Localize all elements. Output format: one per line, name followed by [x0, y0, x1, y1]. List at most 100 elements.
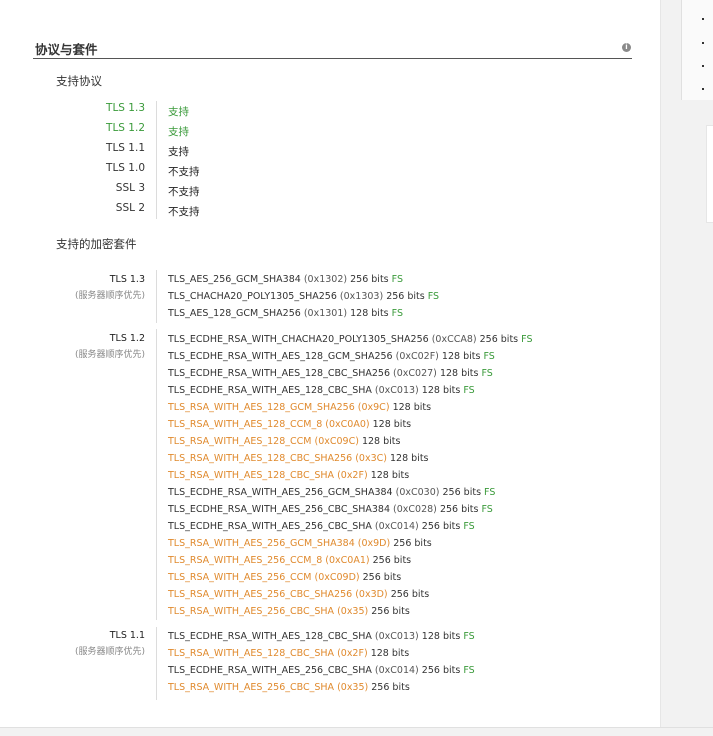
side-panel — [681, 0, 713, 100]
suite-name: TLS_ECDHE_RSA_WITH_AES_128_GCM_SHA256 — [168, 351, 393, 362]
suite-code: (0xC09D) — [314, 572, 360, 583]
suite-group-protocol: TLS 1.2 — [109, 333, 145, 344]
cipher-suite-row: TLS_RSA_WITH_AES_128_CCM (0xC09C) 128 bi… — [168, 433, 400, 450]
suite-name: TLS_RSA_WITH_AES_128_CCM_8 — [168, 419, 323, 430]
forward-secrecy-badge: FS — [391, 308, 403, 319]
cipher-suite-row: TLS_ECDHE_RSA_WITH_AES_256_CBC_SHA (0xC0… — [168, 518, 475, 535]
suite-code: (0xC09C) — [314, 436, 359, 447]
suite-bits: 128 bits — [392, 402, 432, 413]
suite-bits: 128 bits — [421, 631, 461, 642]
suite-bits: 256 bits — [390, 589, 430, 600]
suite-bits: 256 bits — [442, 487, 482, 498]
protocol-row: TLS 1.1 支持 — [0, 141, 660, 161]
cipher-suite-row: TLS_RSA_WITH_AES_256_CCM (0xC09D) 256 bi… — [168, 569, 401, 586]
cipher-suite-row: TLS_ECDHE_RSA_WITH_AES_128_GCM_SHA256 (0… — [168, 348, 495, 365]
forward-secrecy-badge: FS — [391, 274, 403, 285]
protocol-row: TLS 1.2 支持 — [0, 121, 660, 141]
side-box — [706, 125, 713, 223]
suite-code: (0xC028) — [393, 504, 437, 515]
cipher-suite-row: TLS_RSA_WITH_AES_256_GCM_SHA384 (0x9D) 2… — [168, 535, 432, 552]
info-icon[interactable]: i — [622, 43, 631, 52]
protocol-row: TLS 1.0 不支持 — [0, 161, 660, 181]
suite-code: (0x1303) — [339, 291, 384, 302]
suite-code: (0xC013) — [374, 631, 419, 642]
protocol-name: TLS 1.1 — [106, 142, 145, 154]
list-bullet-icon — [702, 42, 704, 44]
cipher-suite-row: TLS_RSA_WITH_AES_256_CBC_SHA (0x35) 256 … — [168, 603, 410, 620]
suite-code: (0x2F) — [337, 470, 368, 481]
forward-secrecy-badge: FS — [483, 351, 495, 362]
suite-bits: 256 bits — [421, 521, 461, 532]
protocol-status: 不支持 — [168, 166, 200, 178]
protocol-name: TLS 1.3 — [106, 102, 145, 114]
suite-bits: 128 bits — [439, 368, 479, 379]
suite-bits: 256 bits — [386, 291, 425, 302]
suite-name: TLS_AES_128_GCM_SHA256 — [168, 308, 301, 319]
suite-name: TLS_ECDHE_RSA_WITH_AES_128_CBC_SHA — [168, 631, 372, 642]
cipher-suite-row: TLS_ECDHE_RSA_WITH_AES_256_CBC_SHA (0xC0… — [168, 662, 475, 679]
suite-name: TLS_ECDHE_RSA_WITH_AES_256_CBC_SHA384 — [168, 504, 391, 515]
suite-group-note: (服务器顺序优先) — [74, 291, 145, 301]
suite-code: (0x2F) — [337, 648, 368, 659]
list-bullet-icon — [702, 18, 704, 20]
cipher-suite-row: TLS_RSA_WITH_AES_256_CCM_8 (0xC0A1) 256 … — [168, 552, 411, 569]
suite-name: TLS_ECDHE_RSA_WITH_AES_256_CBC_SHA — [168, 521, 372, 532]
forward-secrecy-badge: FS — [463, 521, 475, 532]
cipher-suite-row: TLS_RSA_WITH_AES_128_CCM_8 (0xC0A0) 128 … — [168, 416, 411, 433]
cipher-suite-row: TLS_ECDHE_RSA_WITH_CHACHA20_POLY1305_SHA… — [168, 331, 532, 348]
protocol-row: SSL 2 不支持 — [0, 201, 660, 221]
forward-secrecy-badge: FS — [463, 385, 475, 396]
suite-name: TLS_RSA_WITH_AES_128_CBC_SHA — [168, 470, 335, 481]
cipher-suite-row: TLS_RSA_WITH_AES_256_CBC_SHA256 (0x3D) 2… — [168, 586, 429, 603]
forward-secrecy-badge: FS — [521, 334, 533, 345]
cipher-suite-row: TLS_CHACHA20_POLY1305_SHA256 (0x1303) 25… — [168, 288, 439, 305]
forward-secrecy-badge: FS — [427, 291, 440, 302]
cipher-suite-row: TLS_ECDHE_RSA_WITH_AES_256_GCM_SHA384 (0… — [168, 484, 495, 501]
section-header: 协议与套件 i — [33, 38, 632, 59]
cipher-suite-row: TLS_AES_128_GCM_SHA256 (0x1301) 128 bits… — [168, 305, 403, 322]
suite-bits: 128 bits — [370, 648, 410, 659]
suite-name: TLS_RSA_WITH_AES_256_CCM — [168, 572, 312, 583]
suite-name: TLS_ECDHE_RSA_WITH_AES_256_GCM_SHA384 — [168, 487, 393, 498]
protocol-name: TLS 1.0 — [106, 162, 145, 174]
protocol-status: 支持 — [168, 106, 189, 118]
cipher-suite-row: TLS_RSA_WITH_AES_128_GCM_SHA256 (0x9C) 1… — [168, 399, 431, 416]
protocol-status: 不支持 — [168, 186, 200, 198]
suite-group-label: TLS 1.1 (服务器顺序优先) — [75, 628, 145, 660]
suite-name: TLS_CHACHA20_POLY1305_SHA256 — [168, 291, 337, 302]
suite-group-label: TLS 1.3 (服务器顺序优先) — [75, 272, 145, 304]
suite-bits: 128 bits — [421, 385, 461, 396]
group-divider — [156, 627, 157, 700]
suite-code: (0x9C) — [357, 402, 390, 413]
protocol-status: 不支持 — [168, 206, 200, 218]
forward-secrecy-badge: FS — [463, 665, 475, 676]
section-title: 协议与套件 — [35, 42, 98, 57]
suite-code: (0x35) — [337, 606, 369, 617]
suite-name: TLS_ECDHE_RSA_WITH_CHACHA20_POLY1305_SHA… — [168, 334, 429, 345]
suite-bits: 128 bits — [390, 453, 429, 464]
protocol-name: SSL 2 — [115, 202, 145, 214]
suite-name: TLS_ECDHE_RSA_WITH_AES_128_CBC_SHA — [168, 385, 372, 396]
suite-code: (0x9D) — [357, 538, 391, 549]
suite-name: TLS_AES_256_GCM_SHA384 — [168, 274, 301, 285]
suite-code: (0xC0A0) — [325, 419, 370, 430]
cipher-suite-row: TLS_RSA_WITH_AES_128_CBC_SHA (0x2F) 128 … — [168, 467, 409, 484]
cipher-suite-row: TLS_AES_256_GCM_SHA384 (0x1302) 256 bits… — [168, 271, 403, 288]
suite-name: TLS_ECDHE_RSA_WITH_AES_256_CBC_SHA — [168, 665, 372, 676]
protocol-list: TLS 1.3 支持 TLS 1.2 支持 TLS 1.1 支持 TLS 1.0… — [0, 101, 660, 221]
suite-code: (0xC0A1) — [325, 555, 370, 566]
suite-bits: 128 bits — [350, 308, 389, 319]
suite-bits: 128 bits — [370, 470, 410, 481]
suite-name: TLS_RSA_WITH_AES_128_CBC_SHA — [168, 648, 335, 659]
suite-bits: 256 bits — [439, 504, 479, 515]
cipher-suites-heading: 支持的加密套件 — [56, 237, 137, 251]
protocols-heading: 支持协议 — [56, 74, 102, 88]
protocol-status: 支持 — [168, 146, 189, 158]
suite-name: TLS_RSA_WITH_AES_128_CBC_SHA256 — [168, 453, 353, 464]
suite-bits: 128 bits — [361, 436, 401, 447]
protocol-name: SSL 3 — [115, 182, 145, 194]
suite-bits: 256 bits — [371, 682, 410, 693]
suite-code: (0x1301) — [303, 308, 348, 319]
cipher-suite-row: TLS_ECDHE_RSA_WITH_AES_256_CBC_SHA384 (0… — [168, 501, 493, 518]
forward-secrecy-badge: FS — [463, 631, 475, 642]
